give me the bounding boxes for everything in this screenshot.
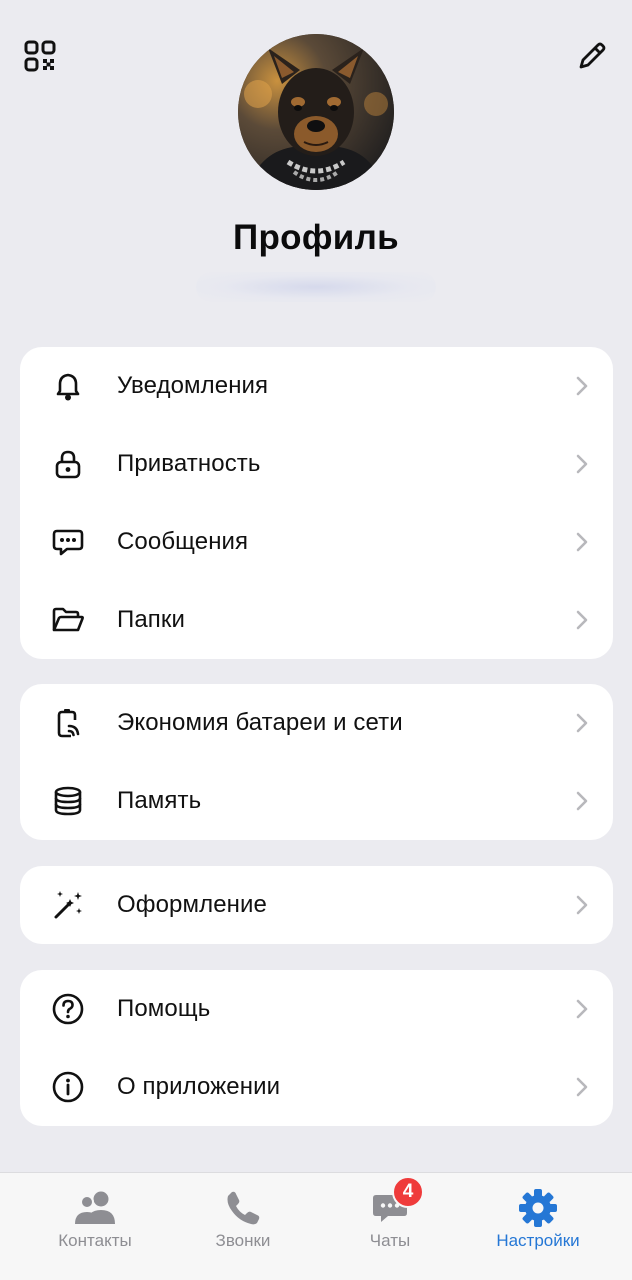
battery-network-icon xyxy=(50,705,86,741)
settings-item-help[interactable]: Помощь xyxy=(20,970,613,1048)
settings-item-label: Папки xyxy=(117,606,185,633)
chevron-right-icon xyxy=(575,789,589,813)
settings-item-label: Помощь xyxy=(117,995,211,1022)
settings-item-about[interactable]: О приложении xyxy=(20,1048,613,1126)
help-icon xyxy=(50,991,86,1027)
settings-item-battery-network[interactable]: Экономия батареи и сети xyxy=(20,684,613,762)
tab-label: Чаты xyxy=(369,1231,411,1250)
settings-item-label: О приложении xyxy=(117,1073,281,1100)
tab-contacts[interactable]: Контакты xyxy=(16,1173,174,1280)
avatar-image xyxy=(238,34,394,190)
phone-icon xyxy=(220,1185,266,1231)
settings-item-messages[interactable]: Сообщения xyxy=(20,503,613,581)
settings-item-label: Приватность xyxy=(117,450,261,477)
contacts-icon xyxy=(72,1185,118,1231)
settings-item-label: Память xyxy=(117,787,202,814)
storage-icon xyxy=(50,783,86,819)
settings-item-privacy[interactable]: Приватность xyxy=(20,425,613,503)
lock-icon xyxy=(50,446,86,482)
settings-item-folders[interactable]: Папки xyxy=(20,581,613,659)
page-title: Профиль xyxy=(233,218,399,257)
chevron-right-icon xyxy=(575,530,589,554)
bell-icon xyxy=(50,368,86,404)
tab-calls[interactable]: Звонки xyxy=(164,1173,322,1280)
profile-subtitle-placeholder xyxy=(196,272,436,302)
qr-code-button[interactable] xyxy=(20,36,60,76)
settings-screen: Профиль Уведомления Приватность Сообщени… xyxy=(0,0,632,1280)
chevron-right-icon xyxy=(575,608,589,632)
chevron-right-icon xyxy=(575,997,589,1021)
message-icon xyxy=(50,524,86,560)
pencil-icon xyxy=(579,42,606,69)
settings-group-main: Уведомления Приватность Сообщения Папки xyxy=(20,347,613,659)
unread-badge: 4 xyxy=(392,1176,424,1208)
settings-item-appearance[interactable]: Оформление xyxy=(20,866,613,944)
avatar[interactable] xyxy=(238,34,394,190)
tab-label: Контакты xyxy=(58,1231,132,1250)
tab-label: Звонки xyxy=(215,1231,271,1250)
chevron-right-icon xyxy=(575,374,589,398)
tab-chats[interactable]: Чаты xyxy=(311,1173,469,1280)
settings-item-notifications[interactable]: Уведомления xyxy=(20,347,613,425)
settings-group-about: Помощь О приложении xyxy=(20,970,613,1126)
chevron-right-icon xyxy=(575,711,589,735)
settings-item-label: Экономия батареи и сети xyxy=(117,709,403,736)
info-icon xyxy=(50,1069,86,1105)
settings-item-label: Уведомления xyxy=(117,372,269,399)
folder-icon xyxy=(50,602,86,638)
tab-settings[interactable]: Настройки xyxy=(459,1173,617,1280)
qr-code-icon xyxy=(24,40,56,72)
settings-group-appearance: Оформление xyxy=(20,866,613,944)
settings-group-data: Экономия батареи и сети Память xyxy=(20,684,613,840)
settings-item-label: Оформление xyxy=(117,891,267,918)
magic-wand-icon xyxy=(50,887,86,923)
gear-icon xyxy=(515,1185,561,1231)
chevron-right-icon xyxy=(575,893,589,917)
edit-button[interactable] xyxy=(572,36,612,76)
settings-item-storage[interactable]: Память xyxy=(20,762,613,840)
tab-label: Настройки xyxy=(496,1231,580,1250)
chevron-right-icon xyxy=(575,452,589,476)
settings-item-label: Сообщения xyxy=(117,528,249,555)
tab-bar: Контакты Звонки Чаты Настройки xyxy=(0,1172,632,1280)
chevron-right-icon xyxy=(575,1075,589,1099)
